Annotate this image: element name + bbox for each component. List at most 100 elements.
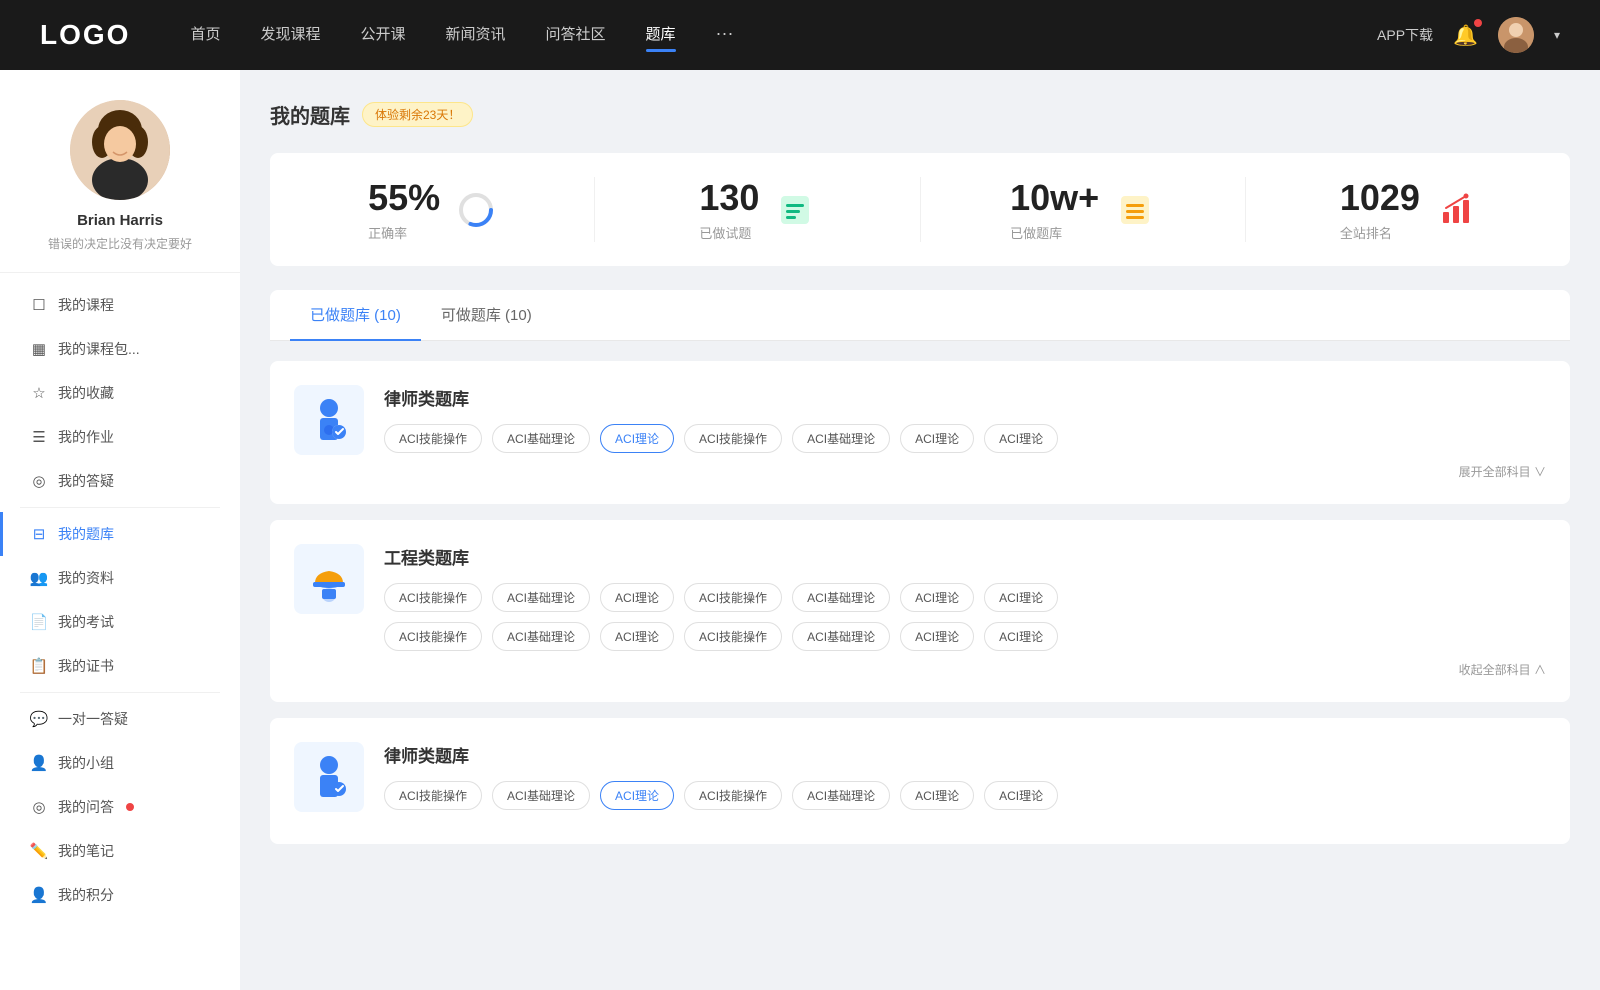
- eng-tag-1[interactable]: ACI基础理论: [492, 583, 590, 612]
- app-download-link[interactable]: APP下载: [1377, 25, 1433, 45]
- stat-accuracy-label: 正确率: [368, 223, 440, 242]
- qbank-content-engineer: 工程类题库 ACI技能操作 ACI基础理论 ACI理论 ACI技能操作 ACI基…: [384, 544, 1546, 678]
- tag-0[interactable]: ACI技能操作: [384, 424, 482, 453]
- sidebar-divider-1: [20, 507, 220, 508]
- tab-done-qbank[interactable]: 已做题库 (10): [290, 290, 421, 341]
- qbank-title-lawyer-1: 律师类题库: [384, 385, 1546, 410]
- nav-link-discover[interactable]: 发现课程: [260, 23, 320, 48]
- group-icon: 👤: [30, 754, 48, 772]
- sidebar-label-my-course: 我的课程: [58, 295, 114, 315]
- one-on-one-icon: 💬: [30, 710, 48, 728]
- eng-tag2-2[interactable]: ACI理论: [600, 622, 674, 651]
- law2-tag-2-highlighted[interactable]: ACI理论: [600, 781, 674, 810]
- eng-tag-2[interactable]: ACI理论: [600, 583, 674, 612]
- nav-more-button[interactable]: ···: [716, 23, 734, 48]
- favorites-icon: ☆: [30, 384, 48, 402]
- homework-icon: ☰: [30, 428, 48, 446]
- qbank-icon: ⊟: [30, 525, 48, 543]
- exam-icon: 📄: [30, 613, 48, 631]
- expand-link-engineer[interactable]: 收起全部科目 ∧: [384, 661, 1546, 678]
- sidebar-item-my-course-pkg[interactable]: ▦ 我的课程包...: [0, 327, 240, 371]
- qbank-card-engineer: 工程类题库 ACI技能操作 ACI基础理论 ACI理论 ACI技能操作 ACI基…: [270, 520, 1570, 702]
- eng-tag-3[interactable]: ACI技能操作: [684, 583, 782, 612]
- sidebar-item-my-questions[interactable]: ◎ 我的问答: [0, 785, 240, 829]
- sidebar-item-my-qbank[interactable]: ⊟ 我的题库: [0, 512, 240, 556]
- sidebar-item-my-cert[interactable]: 📋 我的证书: [0, 644, 240, 688]
- qbank-lawyer-icon-1: [294, 385, 364, 455]
- qbank-tags-engineer-row1: ACI技能操作 ACI基础理论 ACI理论 ACI技能操作 ACI基础理论 AC…: [384, 583, 1546, 612]
- law2-tag-6[interactable]: ACI理论: [984, 781, 1058, 810]
- stat-done-questions: 130 已做试题: [595, 177, 920, 242]
- sidebar-item-my-exam[interactable]: 📄 我的考试: [0, 600, 240, 644]
- law2-tag-4[interactable]: ACI基础理论: [792, 781, 890, 810]
- qbank-content-lawyer-2: 律师类题库 ACI技能操作 ACI基础理论 ACI理论 ACI技能操作 ACI基…: [384, 742, 1546, 820]
- eng-tag-6[interactable]: ACI理论: [984, 583, 1058, 612]
- nav-link-qa[interactable]: 问答社区: [546, 23, 606, 48]
- nav-link-qbank[interactable]: 题库: [646, 23, 676, 48]
- eng-tag2-6[interactable]: ACI理论: [984, 622, 1058, 651]
- nav-link-home[interactable]: 首页: [190, 23, 220, 48]
- sidebar-label-my-exam: 我的考试: [58, 612, 114, 632]
- stat-accuracy-value-group: 55% 正确率: [368, 177, 440, 242]
- sidebar-item-my-profile[interactable]: 👥 我的资料: [0, 556, 240, 600]
- sidebar-label-my-points: 我的积分: [58, 885, 114, 905]
- law2-tag-1[interactable]: ACI基础理论: [492, 781, 590, 810]
- sidebar-item-my-course[interactable]: ☐ 我的课程: [0, 283, 240, 327]
- tag-4[interactable]: ACI基础理论: [792, 424, 890, 453]
- eng-tag2-0[interactable]: ACI技能操作: [384, 622, 482, 651]
- eng-tag2-4[interactable]: ACI基础理论: [792, 622, 890, 651]
- sidebar-item-my-qa[interactable]: ◎ 我的答疑: [0, 459, 240, 503]
- eng-tag2-3[interactable]: ACI技能操作: [684, 622, 782, 651]
- stat-accuracy-value: 55%: [368, 177, 440, 219]
- stat-ranking-value: 1029: [1340, 177, 1420, 219]
- tag-3[interactable]: ACI技能操作: [684, 424, 782, 453]
- eng-tag-5[interactable]: ACI理论: [900, 583, 974, 612]
- sidebar-item-my-notes[interactable]: ✏️ 我的笔记: [0, 829, 240, 873]
- stats-container: 55% 正确率 130 已做试题: [270, 153, 1570, 266]
- stat-done-questions-label: 已做试题: [699, 223, 759, 242]
- eng-tag2-5[interactable]: ACI理论: [900, 622, 974, 651]
- nav-link-news[interactable]: 新闻资讯: [446, 23, 506, 48]
- tag-6[interactable]: ACI理论: [984, 424, 1058, 453]
- eng-tag2-1[interactable]: ACI基础理论: [492, 622, 590, 651]
- expand-link-lawyer-1[interactable]: 展开全部科目 ∨: [384, 463, 1546, 480]
- done-qbank-icon: [1115, 190, 1155, 230]
- notification-badge: [1474, 19, 1482, 27]
- nav-link-open-course[interactable]: 公开课: [360, 23, 405, 48]
- points-icon: 👤: [30, 886, 48, 904]
- sidebar-item-one-on-one[interactable]: 💬 一对一答疑: [0, 697, 240, 741]
- main-container: Brian Harris 错误的决定比没有决定要好 ☐ 我的课程 ▦ 我的课程包…: [0, 70, 1600, 990]
- sidebar-item-my-favorites[interactable]: ☆ 我的收藏: [0, 371, 240, 415]
- tag-1[interactable]: ACI基础理论: [492, 424, 590, 453]
- page-header: 我的题库 体验剩余23天！: [270, 100, 1570, 129]
- nav-links: 首页 发现课程 公开课 新闻资讯 问答社区 题库 ···: [190, 23, 1377, 48]
- done-questions-icon: [775, 190, 815, 230]
- sidebar-item-my-homework[interactable]: ☰ 我的作业: [0, 415, 240, 459]
- law2-tag-5[interactable]: ACI理论: [900, 781, 974, 810]
- sidebar-label-my-qa: 我的答疑: [58, 471, 114, 491]
- stat-done-questions-value: 130: [699, 177, 759, 219]
- sidebar-item-my-points[interactable]: 👤 我的积分: [0, 873, 240, 917]
- sidebar-label-my-notes: 我的笔记: [58, 841, 114, 861]
- sidebar-item-my-group[interactable]: 👤 我的小组: [0, 741, 240, 785]
- questions-icon: ◎: [30, 798, 48, 816]
- user-dropdown-arrow[interactable]: ▾: [1554, 28, 1560, 42]
- law2-tag-0[interactable]: ACI技能操作: [384, 781, 482, 810]
- qbank-lawyer-icon-2: [294, 742, 364, 812]
- law2-tag-3[interactable]: ACI技能操作: [684, 781, 782, 810]
- eng-tag-0[interactable]: ACI技能操作: [384, 583, 482, 612]
- sidebar-label-my-qbank: 我的题库: [58, 524, 114, 544]
- notification-bell[interactable]: 🔔: [1453, 23, 1478, 48]
- sidebar-label-my-course-pkg: 我的课程包...: [58, 339, 140, 359]
- sidebar-label-one-on-one: 一对一答疑: [58, 709, 128, 729]
- tab-available-qbank[interactable]: 可做题库 (10): [421, 290, 552, 341]
- tag-5[interactable]: ACI理论: [900, 424, 974, 453]
- tabs-container: 已做题库 (10) 可做题库 (10): [270, 290, 1570, 341]
- questions-badge: [126, 803, 134, 811]
- sidebar-label-my-favorites: 我的收藏: [58, 383, 114, 403]
- page-title: 我的题库: [270, 100, 350, 129]
- eng-tag-4[interactable]: ACI基础理论: [792, 583, 890, 612]
- stat-done-qbank-label: 已做题库: [1010, 223, 1099, 242]
- tag-2-highlighted[interactable]: ACI理论: [600, 424, 674, 453]
- user-avatar[interactable]: [1498, 17, 1534, 53]
